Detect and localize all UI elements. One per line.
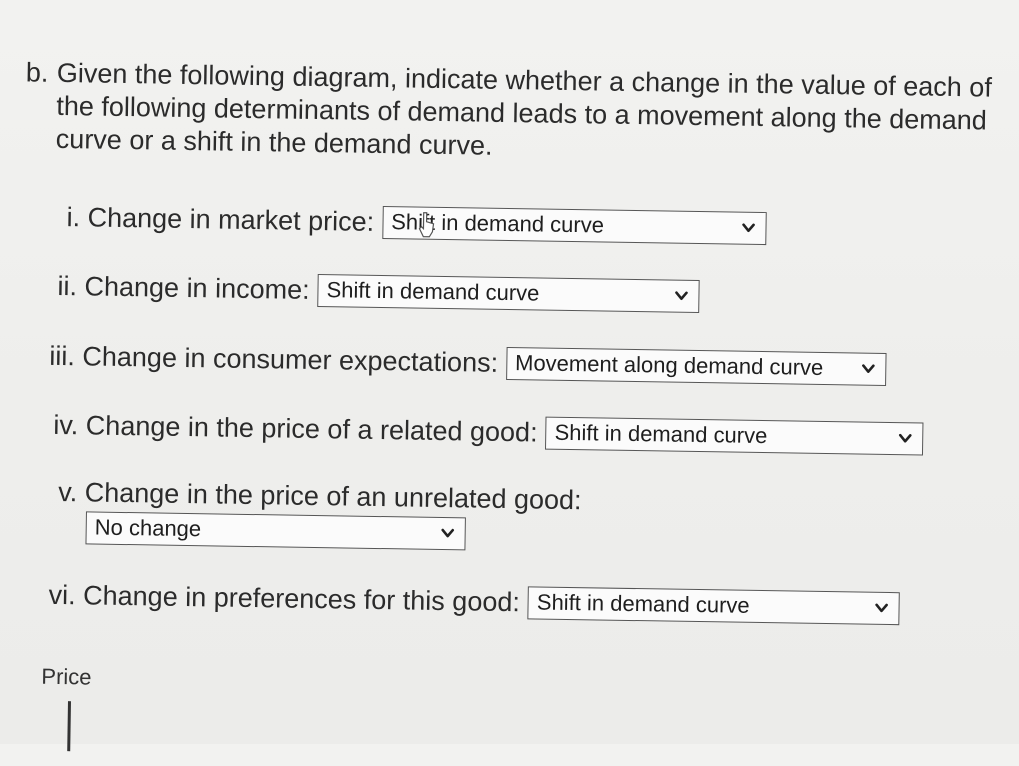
consumer-expectations-dropdown[interactable]: Movement along demand curve bbox=[505, 346, 887, 386]
dropdown-value: Shift in demand curve bbox=[554, 419, 768, 449]
item-unrelated-good-price-field: No change bbox=[85, 511, 466, 551]
related-good-price-dropdown[interactable]: Shift in demand curve bbox=[545, 416, 924, 456]
preferences-dropdown[interactable]: Shift in demand curve bbox=[527, 586, 901, 626]
question-letter: b. bbox=[25, 57, 49, 88]
dropdown-value: No change bbox=[94, 514, 202, 542]
market-price-dropdown[interactable]: Shift in demand curve bbox=[381, 206, 767, 246]
item-label: ii. Change in income: bbox=[57, 270, 310, 305]
item-market-price: i. Change in market price: Shift in dema… bbox=[66, 201, 767, 246]
chevron-down-icon bbox=[898, 431, 912, 445]
question-header: b. Given the following diagram, indicate… bbox=[25, 56, 1001, 170]
item-label: v. Change in the price of an unrelated g… bbox=[58, 476, 582, 516]
mouse-cursor-icon bbox=[418, 212, 436, 238]
chevron-down-icon bbox=[741, 221, 755, 235]
item-income: ii. Change in income: Shift in demand cu… bbox=[57, 270, 700, 314]
income-dropdown[interactable]: Shift in demand curve bbox=[317, 274, 700, 314]
dropdown-value: Shift in demand curve bbox=[326, 277, 540, 306]
price-axis-label: Price bbox=[41, 663, 92, 690]
question-prompt: Given the following diagram, indicate wh… bbox=[55, 57, 993, 161]
item-label: i. Change in market price: bbox=[66, 202, 375, 237]
dropdown-value: Movement along demand curve bbox=[514, 350, 824, 380]
dropdown-value: Shift in demand curve bbox=[536, 589, 750, 618]
item-label: iii. Change in consumer expectations: bbox=[49, 340, 499, 378]
item-preferences: vi. Change in preferences for this good:… bbox=[48, 579, 901, 626]
item-related-good-price: iv. Change in the price of a related goo… bbox=[53, 409, 924, 456]
chevron-down-icon bbox=[674, 289, 688, 303]
item-label: iv. Change in the price of a related goo… bbox=[53, 409, 538, 448]
item-unrelated-good-price: v. Change in the price of an unrelated g… bbox=[58, 477, 590, 516]
unrelated-good-price-dropdown[interactable]: No change bbox=[85, 511, 466, 551]
question-page: b. Given the following diagram, indicate… bbox=[0, 0, 1019, 760]
item-consumer-expectations: iii. Change in consumer expectations: Mo… bbox=[49, 340, 887, 386]
chevron-down-icon bbox=[875, 601, 889, 615]
chevron-down-icon bbox=[861, 362, 875, 376]
chevron-down-icon bbox=[441, 526, 455, 540]
item-label: vi. Change in preferences for this good: bbox=[48, 579, 521, 618]
